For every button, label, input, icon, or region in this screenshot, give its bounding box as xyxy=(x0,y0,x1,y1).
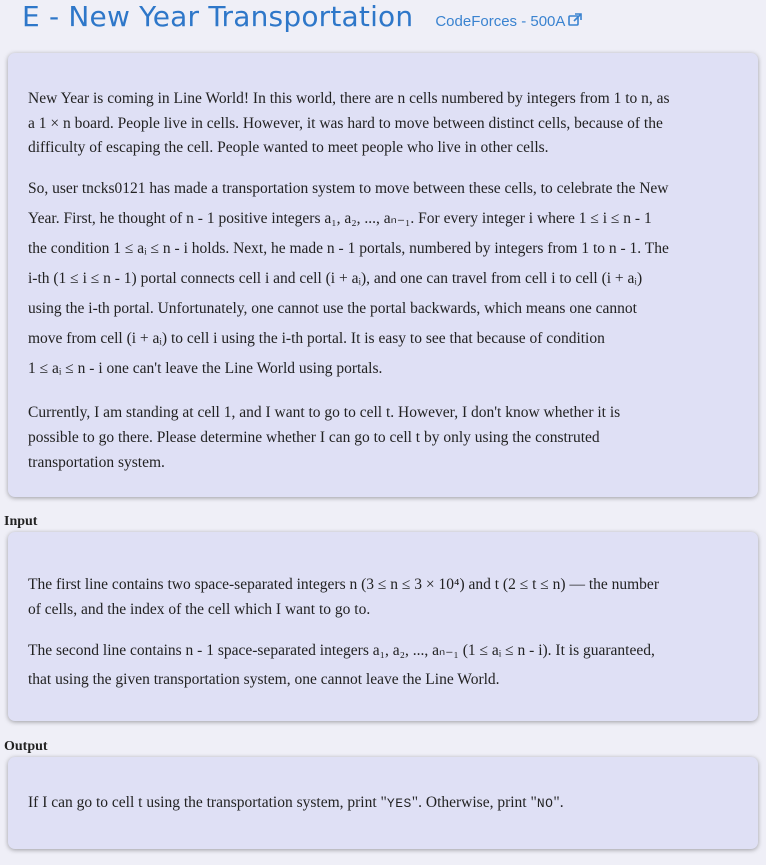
statement-paragraph-2: So, user tncks0121 has made a transporta… xyxy=(28,174,738,384)
statement-card: New Year is coming in Line World! In thi… xyxy=(8,53,758,497)
output-text-before: If I can go to cell t using the transpor… xyxy=(28,794,387,811)
line: possible to go there. Please determine w… xyxy=(28,428,600,446)
external-link-icon xyxy=(568,13,583,26)
line: The first line contains two space-separa… xyxy=(28,576,659,593)
line: Year. First, he thought of n - 1 positiv… xyxy=(28,209,652,227)
line: So, user tncks0121 has made a transporta… xyxy=(28,179,669,197)
statement-paragraph-1: New Year is coming in Line World! In thi… xyxy=(28,87,738,161)
line: a 1 × n board. People live in cells. How… xyxy=(28,114,663,132)
input-card: The first line contains two space-separa… xyxy=(8,532,758,721)
line: The second line contains n - 1 space-sep… xyxy=(28,642,655,659)
line: of cells, and the index of the cell whic… xyxy=(28,601,371,618)
line: New Year is coming in Line World! In thi… xyxy=(28,90,670,107)
output-card: If I can go to cell t using the transpor… xyxy=(8,757,758,849)
line: difficulty of escaping the cell. People … xyxy=(28,139,549,156)
line: move from cell (i + aᵢ) to cell i using … xyxy=(28,329,605,347)
source-link-label: CodeForces - 500A xyxy=(435,13,566,30)
yes-literal: YES xyxy=(386,796,412,811)
line: Currently, I am standing at cell 1, and … xyxy=(28,403,621,421)
problem-title: E - New Year Transportation xyxy=(22,0,414,33)
source-link[interactable]: CodeForces - 500A xyxy=(435,13,583,30)
line: the condition 1 ≤ aᵢ ≤ n - i holds. Next… xyxy=(28,239,669,257)
problem-header: E - New Year Transportation CodeForces -… xyxy=(22,0,583,40)
line: transportation system. xyxy=(28,453,165,471)
input-paragraph-2: The second line contains n - 1 space-sep… xyxy=(28,636,738,694)
output-text-middle: ". Otherwise, print " xyxy=(411,794,537,811)
output-heading: Output xyxy=(4,739,48,754)
input-heading: Input xyxy=(4,514,38,529)
line: i-th (1 ≤ i ≤ n - 1) portal connects cel… xyxy=(28,269,643,287)
line: 1 ≤ aᵢ ≤ n - i one can't leave the Line … xyxy=(28,359,383,377)
statement-paragraph-3: Currently, I am standing at cell 1, and … xyxy=(28,400,738,475)
no-literal: NO xyxy=(536,796,554,811)
input-paragraph-1: The first line contains two space-separa… xyxy=(28,572,738,622)
line: that using the given transportation syst… xyxy=(28,671,500,688)
output-paragraph: If I can go to cell t using the transpor… xyxy=(28,791,738,817)
line: using the i-th portal. Unfortunately, on… xyxy=(28,299,637,317)
output-text-after: ". xyxy=(553,794,564,811)
